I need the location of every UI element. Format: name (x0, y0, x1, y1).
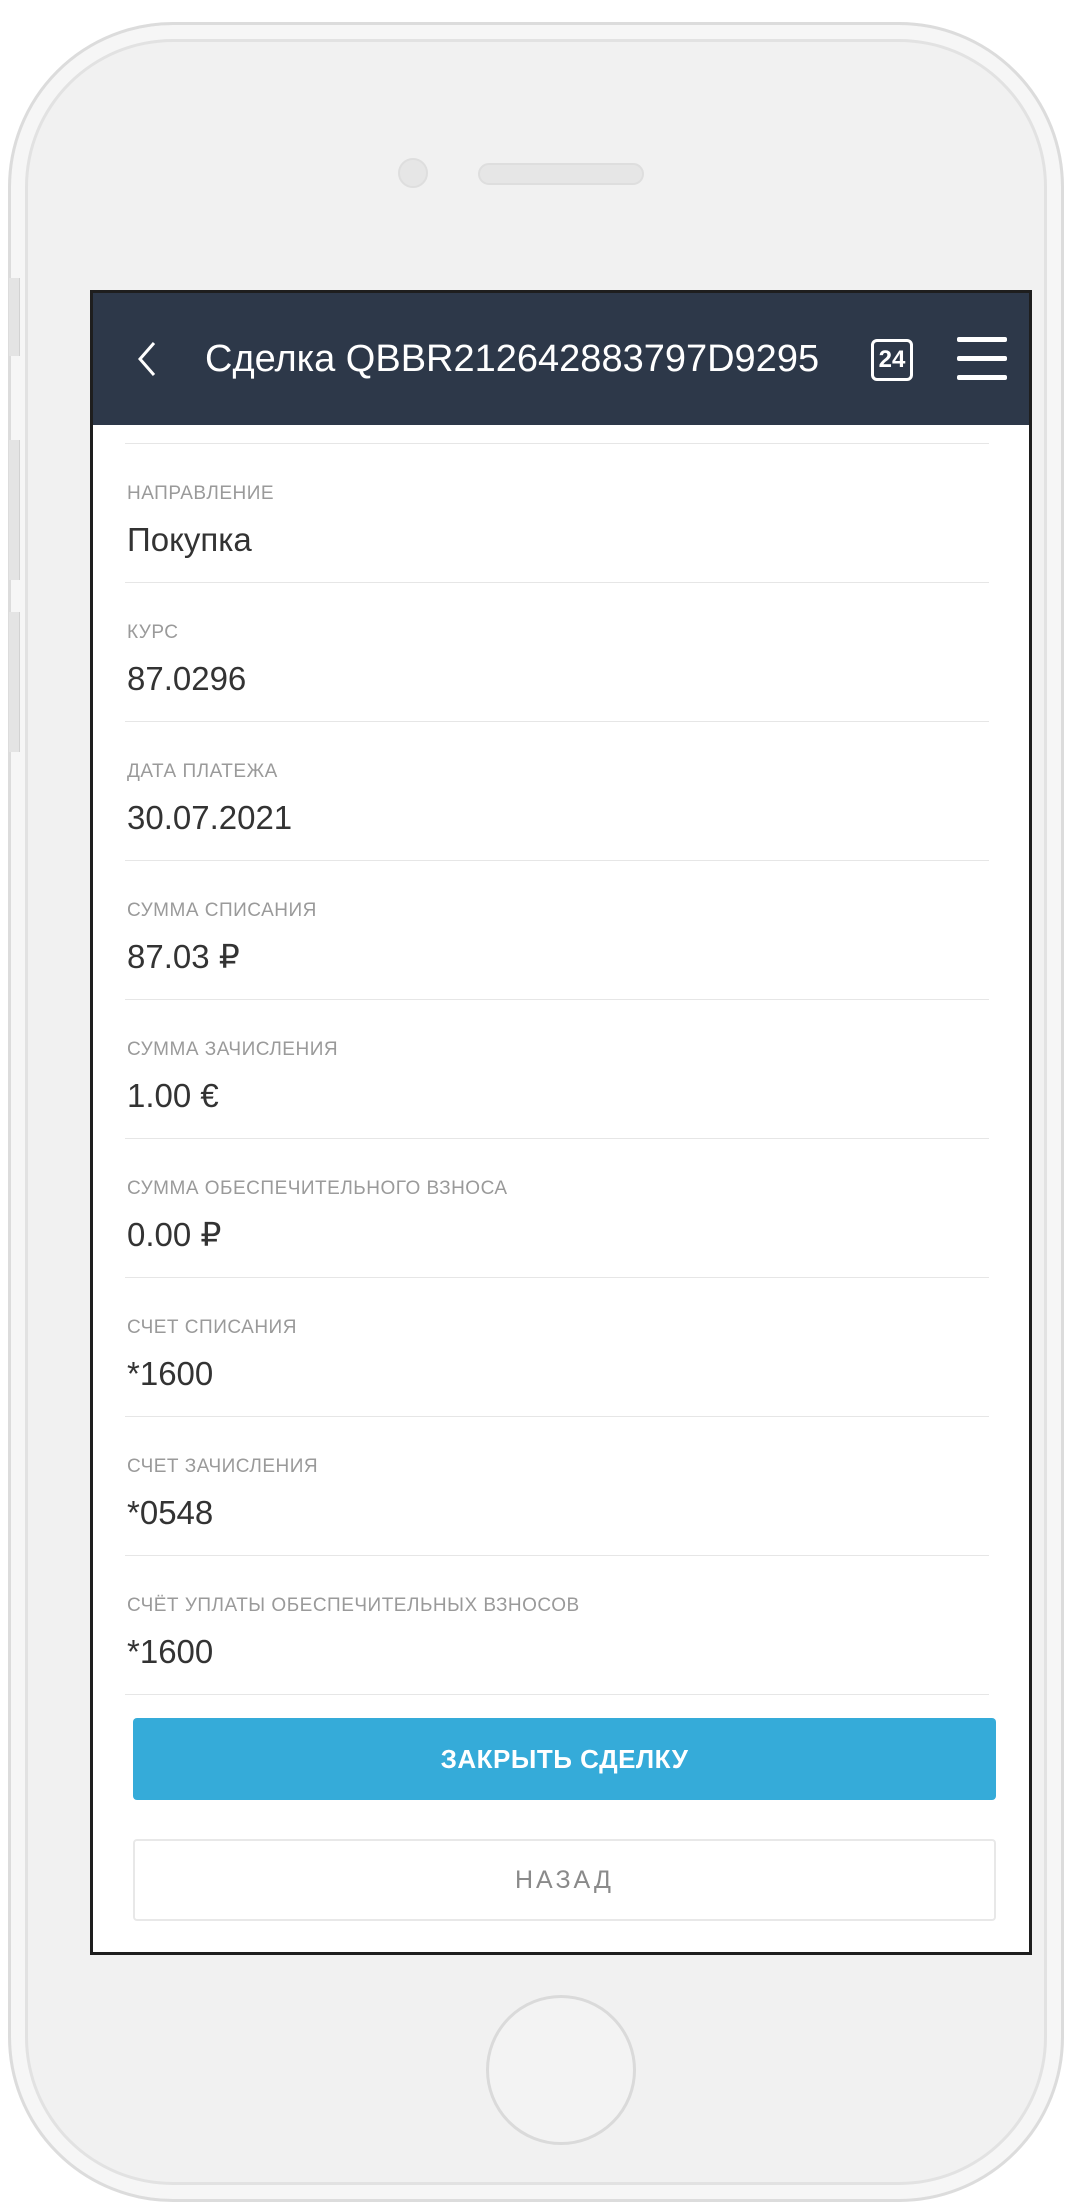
field-value: *1600 (127, 1355, 214, 1392)
app-screen: Сделка QBBR212642883797D9295 24 НАПРАВЛЕ… (90, 290, 1032, 1955)
field-label: СУММА СПИСАНИЯ (127, 900, 317, 921)
volume-down-button (9, 612, 20, 752)
notification-badge[interactable]: 24 (871, 339, 913, 381)
field-debit-amount: СУММА СПИСАНИЯ 87.03 ₽ (125, 861, 989, 1000)
field-label: ДАТА ПЛАТЕЖА (127, 761, 278, 782)
field-collateral-account: СЧЁТ УПЛАТЫ ОБЕСПЕЧИТЕЛЬНЫХ ВЗНОСОВ *160… (125, 1556, 989, 1695)
mute-switch (9, 278, 20, 356)
chevron-left-icon (138, 342, 156, 376)
field-value: 87.03 ₽ (127, 938, 240, 975)
field-value: *1600 (127, 1633, 214, 1670)
field-credit-amount: СУММА ЗАЧИСЛЕНИЯ 1.00 € (125, 1000, 989, 1139)
field-value: 30.07.2021 (127, 799, 293, 836)
app-header: Сделка QBBR212642883797D9295 24 (93, 293, 1029, 425)
field-value: *0548 (127, 1494, 214, 1531)
divider (125, 425, 989, 444)
field-value: 87.0296 (127, 660, 247, 697)
earpiece-speaker (478, 163, 644, 185)
field-label: СЧЕТ СПИСАНИЯ (127, 1317, 297, 1338)
field-label: СУММА ОБЕСПЕЧИТЕЛЬНОГО ВЗНОСА (127, 1178, 508, 1199)
page-title: Сделка QBBR212642883797D9295 (205, 338, 820, 380)
front-camera (398, 158, 428, 188)
back-link-button[interactable]: НАЗАД (133, 1839, 996, 1921)
hamburger-menu-icon[interactable] (957, 335, 1007, 383)
field-value: Покупка (127, 521, 252, 558)
field-label: СЧЕТ ЗАЧИСЛЕНИЯ (127, 1456, 319, 1477)
field-value: 1.00 € (127, 1077, 219, 1114)
field-label: СУММА ЗАЧИСЛЕНИЯ (127, 1039, 339, 1060)
deal-details: НАПРАВЛЕНИЕ Покупка КУРС 87.0296 ДАТА ПЛ… (125, 425, 989, 1695)
phone-frame: Сделка QBBR212642883797D9295 24 НАПРАВЛЕ… (8, 22, 1064, 2202)
close-deal-button[interactable]: ЗАКРЫТЬ СДЕЛКУ (133, 1718, 996, 1800)
home-button[interactable] (486, 1995, 636, 2145)
field-label: СЧЁТ УПЛАТЫ ОБЕСПЕЧИТЕЛЬНЫХ ВЗНОСОВ (127, 1595, 580, 1616)
field-rate: КУРС 87.0296 (125, 583, 989, 722)
field-payment-date: ДАТА ПЛАТЕЖА 30.07.2021 (125, 722, 989, 861)
volume-up-button (9, 440, 20, 580)
field-collateral-amount: СУММА ОБЕСПЕЧИТЕЛЬНОГО ВЗНОСА 0.00 ₽ (125, 1139, 989, 1278)
field-direction: НАПРАВЛЕНИЕ Покупка (125, 444, 989, 583)
field-value: 0.00 ₽ (127, 1216, 222, 1253)
field-credit-account: СЧЕТ ЗАЧИСЛЕНИЯ *0548 (125, 1417, 989, 1556)
field-label: КУРС (127, 622, 179, 643)
field-label: НАПРАВЛЕНИЕ (127, 483, 275, 504)
back-button[interactable] (127, 333, 167, 385)
field-debit-account: СЧЕТ СПИСАНИЯ *1600 (125, 1278, 989, 1417)
